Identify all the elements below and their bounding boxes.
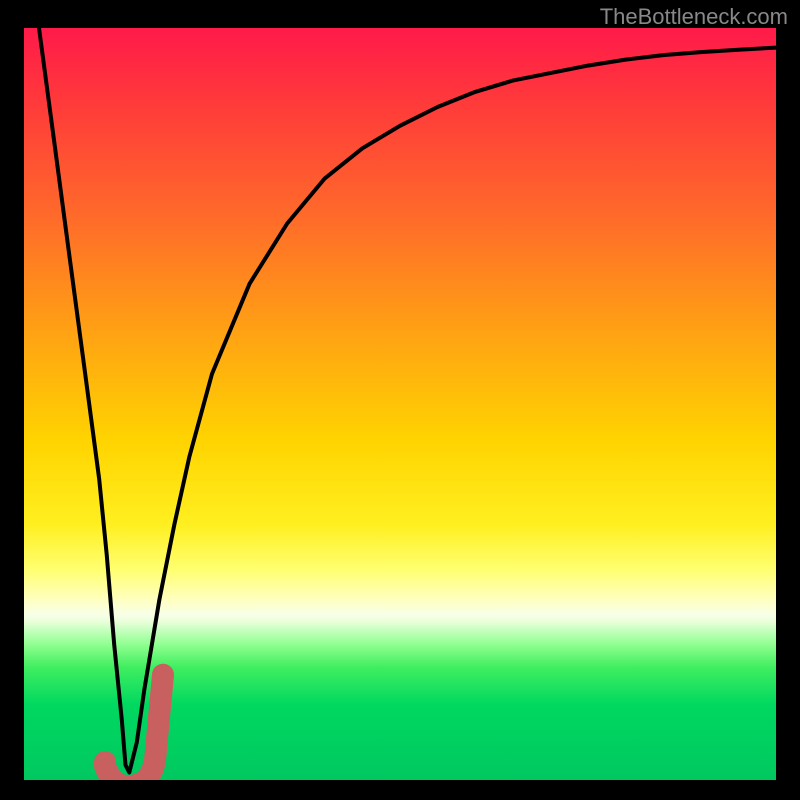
chart-svg [24, 28, 776, 780]
bottleneck-curve [39, 28, 776, 773]
highlight-marker [94, 675, 163, 780]
chart-plot-area [24, 28, 776, 780]
watermark-text: TheBottleneck.com [600, 4, 788, 30]
